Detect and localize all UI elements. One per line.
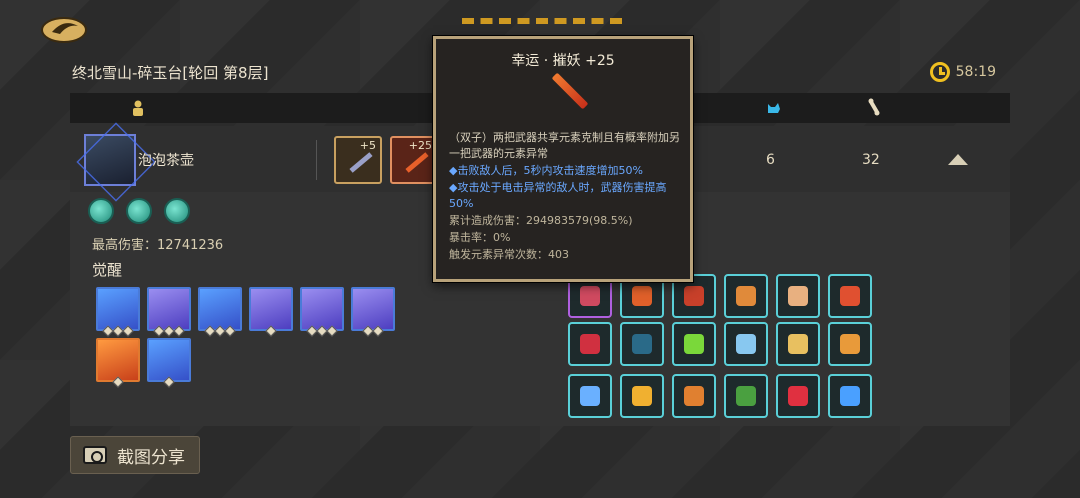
- item-icon: [736, 286, 756, 306]
- share-label: 截图分享: [117, 447, 185, 468]
- pip-icon: [173, 325, 185, 337]
- item-cell[interactable]: [828, 322, 872, 366]
- level-title: 终北雪山-碎玉台[轮回 第8层]: [72, 64, 269, 82]
- stat-bone-value: 32: [862, 152, 880, 168]
- awaken-level-pips: [204, 325, 236, 337]
- awaken-cell[interactable]: [147, 338, 191, 388]
- awaken-level-pips: [153, 325, 185, 337]
- item-cell[interactable]: [620, 374, 664, 418]
- item-icon: [788, 286, 808, 306]
- cat-icon: [768, 103, 780, 113]
- timer-value: 58:19: [955, 64, 996, 80]
- item-cell[interactable]: [672, 322, 716, 366]
- awaken-level-pips: [163, 376, 175, 388]
- item-icon: [788, 334, 808, 354]
- collapse-arrow-icon[interactable]: [948, 154, 968, 165]
- max-damage: 最高伤害：12741236: [92, 238, 224, 253]
- awaken-cell[interactable]: [147, 287, 191, 337]
- item-icon: [632, 334, 652, 354]
- awaken-level-pips: [265, 325, 277, 337]
- back-icon[interactable]: [40, 12, 88, 44]
- weapon-tooltip: 幸运 · 摧妖 +25 （双子）两把武器共享元素克制且有概率附加另一把武器的元素…: [433, 36, 693, 282]
- item-cell[interactable]: [828, 374, 872, 418]
- item-cell[interactable]: [724, 374, 768, 418]
- tooltip-crit-rate: 暴击率：0%: [449, 231, 511, 244]
- player-name: 泡泡茶壶: [138, 153, 194, 169]
- pip-icon: [163, 376, 175, 388]
- item-icon: [580, 286, 600, 306]
- item-icon: [840, 334, 860, 354]
- weapon-slot-2[interactable]: +25: [390, 136, 438, 184]
- awaken-level-pips: [112, 376, 124, 388]
- tooltip-weapon-icon: [551, 72, 589, 110]
- bone-icon: [868, 98, 880, 116]
- awaken-cell[interactable]: [96, 287, 140, 337]
- item-cell[interactable]: [672, 374, 716, 418]
- weapon-slot-1[interactable]: +5: [334, 136, 382, 184]
- awaken-level-pips: [306, 325, 338, 337]
- camera-icon: [83, 446, 107, 464]
- item-cell[interactable]: [776, 322, 820, 366]
- pip-icon: [265, 325, 277, 337]
- timer: 58:19: [929, 62, 996, 82]
- awaken-level-pips: [102, 325, 134, 337]
- skill-badge-3[interactable]: [164, 198, 190, 224]
- item-cell[interactable]: [724, 322, 768, 366]
- person-icon: [133, 100, 143, 116]
- weapon-1-plus: +5: [359, 139, 376, 152]
- pip-icon: [224, 325, 236, 337]
- item-icon: [580, 334, 600, 354]
- item-icon: [580, 386, 600, 406]
- tooltip-effect-1: ◆击败敌人后，5秒内攻击速度增加50%: [449, 164, 643, 177]
- pip-icon: [112, 376, 124, 388]
- weapon-2-plus: +25: [408, 139, 432, 152]
- weapon-2-icon: [405, 152, 429, 173]
- stat-cat-value: 6: [766, 152, 775, 168]
- item-cell[interactable]: [776, 274, 820, 318]
- awaken-cell[interactable]: [249, 287, 293, 337]
- item-icon: [788, 386, 808, 406]
- item-cell[interactable]: [620, 322, 664, 366]
- tooltip-element-count: 触发元素异常次数：403: [449, 248, 569, 261]
- tooltip-desc: （双子）两把武器共享元素克制且有概率附加另一把武器的元素异常: [449, 131, 680, 160]
- clock-icon: [929, 62, 950, 82]
- tooltip-title: 幸运 · 摧妖 +25: [511, 53, 615, 69]
- pip-icon: [326, 325, 338, 337]
- item-icon: [736, 386, 756, 406]
- pip-icon: [372, 325, 384, 337]
- awaken-cell[interactable]: [300, 287, 344, 337]
- weapon-1-icon: [349, 152, 373, 173]
- player-avatar[interactable]: [76, 122, 156, 202]
- item-icon: [632, 386, 652, 406]
- skill-badge-2[interactable]: [126, 198, 152, 224]
- awaken-cell[interactable]: [351, 287, 395, 337]
- tooltip-total-damage: 累计造成伤害：294983579(98.5%): [449, 214, 633, 227]
- item-cell[interactable]: [724, 274, 768, 318]
- screenshot-share-button[interactable]: 截图分享: [70, 436, 200, 474]
- awaken-level-pips: [362, 325, 384, 337]
- item-cell[interactable]: [776, 374, 820, 418]
- item-icon: [840, 286, 860, 306]
- skill-badge-1[interactable]: [88, 198, 114, 224]
- item-icon: [684, 286, 704, 306]
- awaken-label: 觉醒: [92, 261, 123, 279]
- awaken-cell[interactable]: [198, 287, 242, 337]
- tooltip-effect-2: ◆攻击处于电击异常的敌人时，武器伤害提高50%: [449, 181, 667, 210]
- item-cell[interactable]: [828, 274, 872, 318]
- skill-badges: [88, 198, 190, 224]
- item-cell[interactable]: [568, 322, 612, 366]
- awaken-cell[interactable]: [96, 338, 140, 388]
- item-icon: [736, 334, 756, 354]
- divider: [316, 140, 317, 180]
- item-cell[interactable]: [568, 374, 612, 418]
- item-icon: [840, 386, 860, 406]
- item-icon: [632, 286, 652, 306]
- item-icon: [684, 386, 704, 406]
- tooltip-body: （双子）两把武器共享元素克制且有概率附加另一把武器的元素异常 ◆击败敌人后，5秒…: [449, 130, 687, 264]
- item-icon: [684, 334, 704, 354]
- pip-icon: [122, 325, 134, 337]
